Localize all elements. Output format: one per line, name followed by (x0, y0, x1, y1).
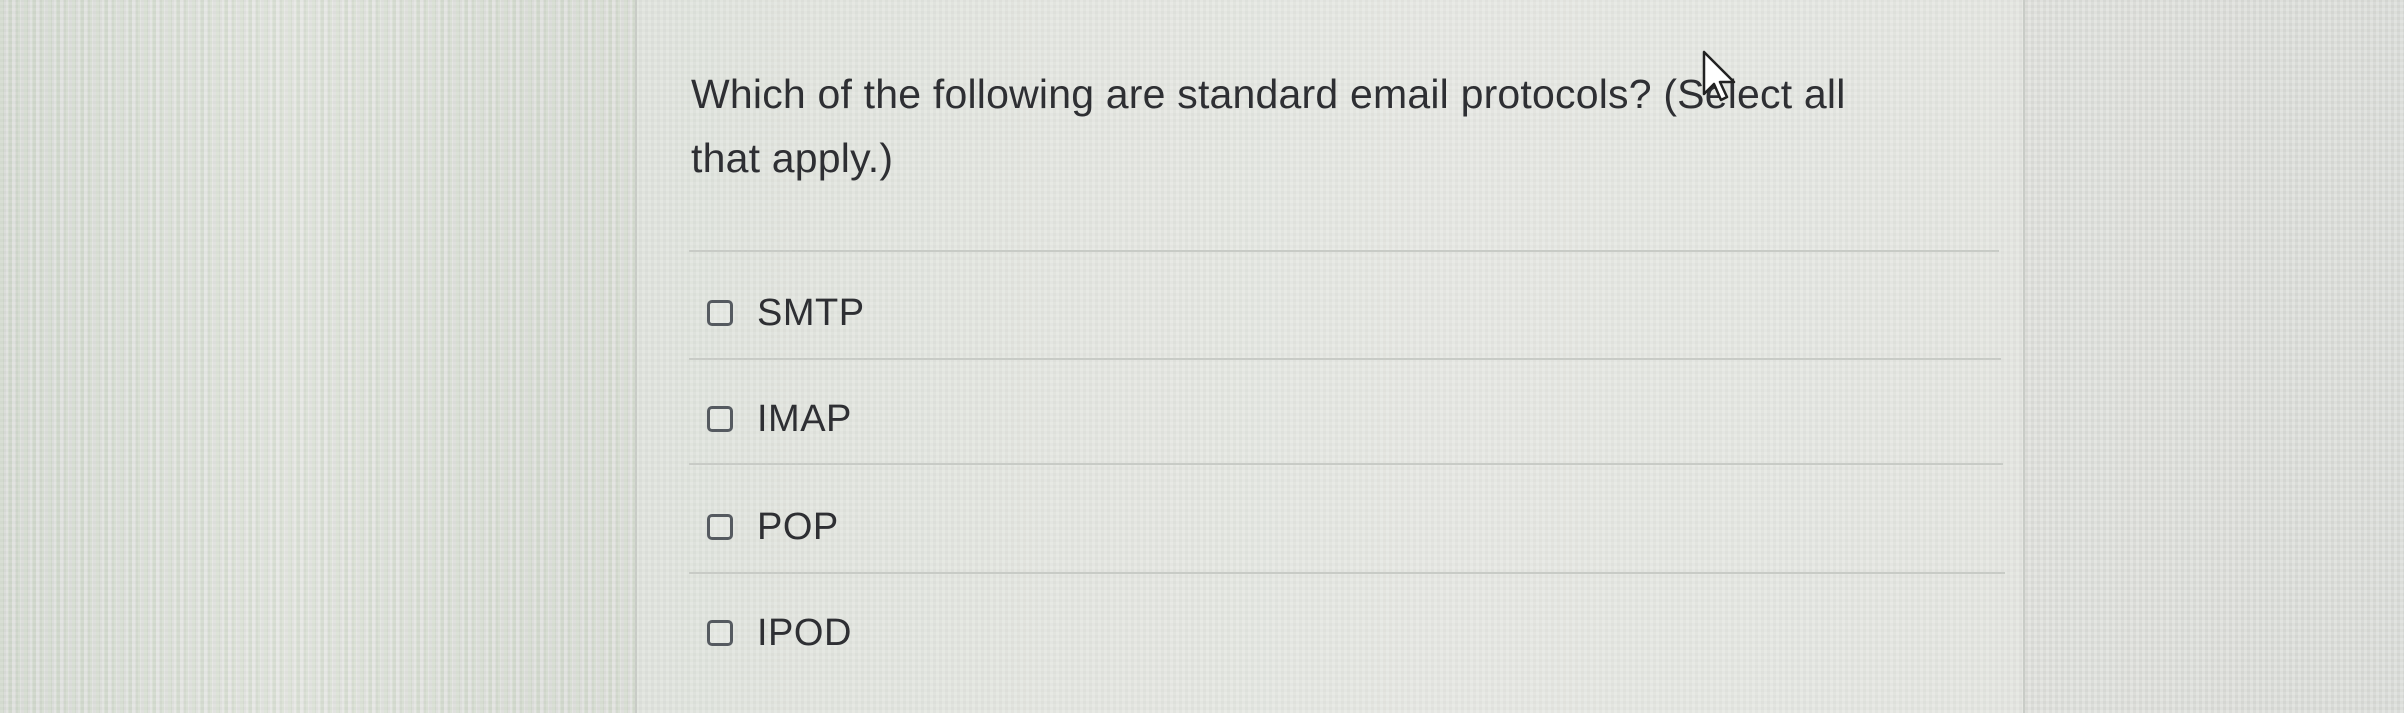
question-card: Which of the following are standard emai… (635, 0, 2025, 713)
divider (689, 572, 2005, 574)
answer-label: SMTP (757, 291, 865, 334)
checkbox[interactable] (707, 620, 733, 646)
answer-option-smtp[interactable]: SMTP (707, 288, 865, 338)
answer-option-ipod[interactable]: IPOD (707, 608, 852, 658)
answer-option-imap[interactable]: IMAP (707, 394, 852, 444)
divider (689, 463, 2003, 465)
answer-label: IPOD (757, 611, 852, 654)
checkbox[interactable] (707, 514, 733, 540)
divider (689, 358, 2001, 360)
answer-option-pop[interactable]: POP (707, 502, 839, 552)
answer-label: IMAP (757, 397, 852, 440)
mouse-pointer-icon (1702, 50, 1736, 102)
page-gutter (0, 0, 635, 713)
checkbox[interactable] (707, 406, 733, 432)
answer-label: POP (757, 505, 839, 548)
divider (689, 250, 1999, 252)
checkbox[interactable] (707, 300, 733, 326)
